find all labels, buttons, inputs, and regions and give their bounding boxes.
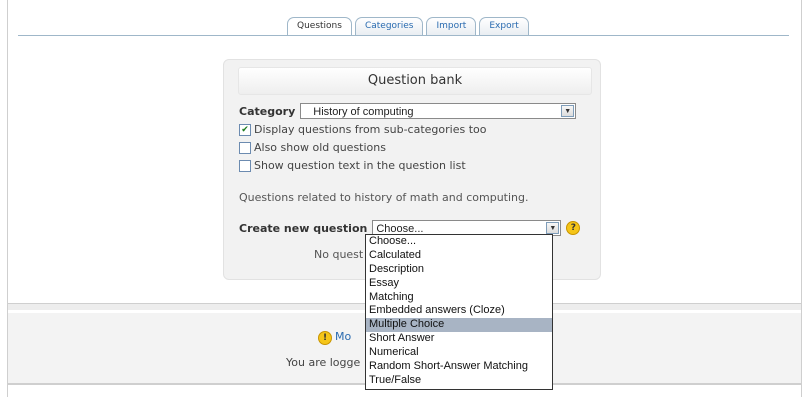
tab-bar: Questions Categories Import Export xyxy=(287,17,529,35)
tab-questions[interactable]: Questions xyxy=(287,17,352,35)
question-text-label: Show question text in the question list xyxy=(254,159,466,172)
login-info-text: You are logge xyxy=(286,356,361,369)
checkbox-row-subcategories: ✔ Display questions from sub-categories … xyxy=(239,123,486,136)
tab-categories[interactable]: Categories xyxy=(354,17,424,35)
subcategories-checkbox[interactable]: ✔ xyxy=(239,123,251,136)
no-questions-text: No quest xyxy=(314,248,364,261)
category-select[interactable]: History of computing ▼ xyxy=(300,103,577,119)
dropdown-option[interactable]: Calculated xyxy=(366,249,552,263)
dropdown-option[interactable]: Choose... xyxy=(366,235,552,249)
chevron-down-icon[interactable]: ▼ xyxy=(561,105,575,117)
dropdown-option[interactable]: Embedded answers (Cloze) xyxy=(366,304,552,318)
dropdown-option[interactable]: Description xyxy=(366,263,552,277)
tab-underline xyxy=(18,35,789,36)
dropdown-option[interactable]: Matching xyxy=(366,291,552,305)
chevron-down-icon[interactable]: ▼ xyxy=(546,222,560,234)
dropdown-option[interactable]: Numerical xyxy=(366,346,552,360)
question-type-dropdown[interactable]: Choose... Calculated Description Essay M… xyxy=(365,234,553,390)
info-icon: ! xyxy=(318,331,332,345)
old-questions-label: Also show old questions xyxy=(254,141,386,154)
question-text-checkbox[interactable] xyxy=(239,159,251,172)
dropdown-option[interactable]: Random Short-Answer Matching xyxy=(366,360,552,374)
category-label: Category xyxy=(239,104,296,118)
dropdown-option-highlighted[interactable]: Multiple Choice xyxy=(366,318,552,333)
subcategories-label: Display questions from sub-categories to… xyxy=(254,123,487,136)
panel-title: Question bank xyxy=(238,67,592,95)
checkbox-row-text: Show question text in the question list xyxy=(239,159,466,172)
category-row: Category History of computing ▼ xyxy=(239,103,577,119)
help-icon[interactable]: ? xyxy=(566,221,581,235)
tab-export[interactable]: Export xyxy=(479,17,529,35)
footer-link[interactable]: Mo xyxy=(335,330,351,343)
dropdown-option[interactable]: True/False xyxy=(366,374,552,388)
tab-import[interactable]: Import xyxy=(426,17,477,35)
create-question-label: Create new question xyxy=(239,221,368,235)
old-questions-checkbox[interactable] xyxy=(239,141,251,154)
category-description: Questions related to history of math and… xyxy=(239,191,529,204)
category-value: History of computing xyxy=(313,106,414,118)
checkbox-row-old: Also show old questions xyxy=(239,141,386,154)
dropdown-option[interactable]: Short Answer xyxy=(366,332,552,346)
dropdown-option[interactable]: Essay xyxy=(366,277,552,291)
